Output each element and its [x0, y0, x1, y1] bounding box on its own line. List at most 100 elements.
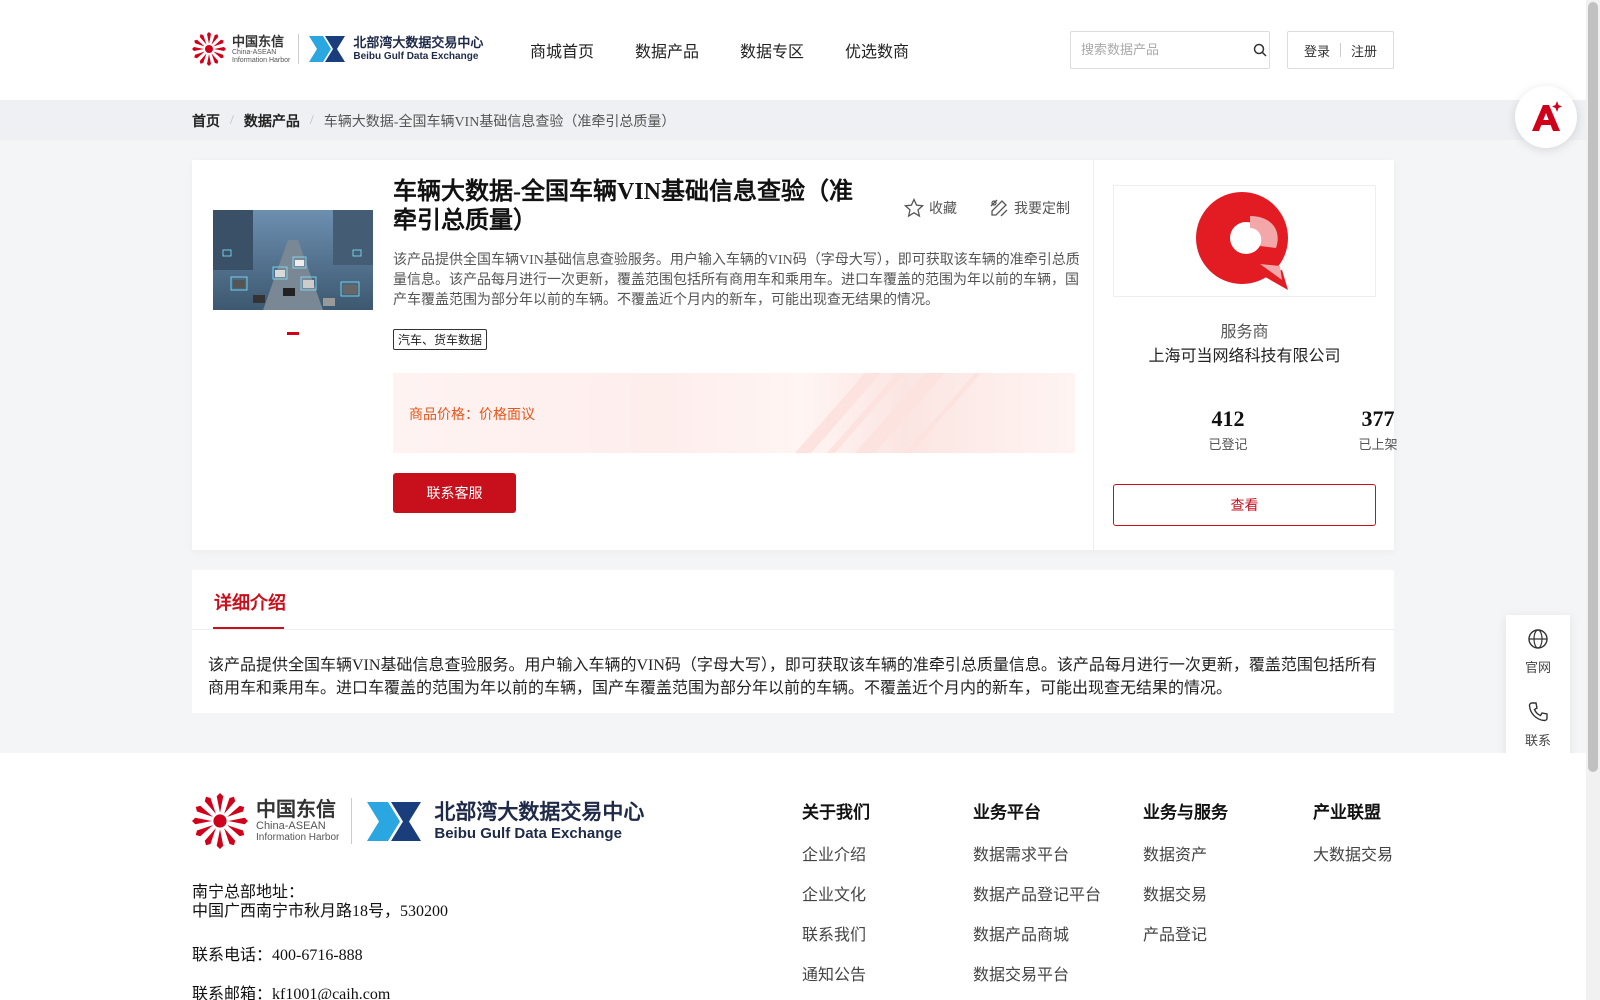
product-tag: 汽车、货车数据 [393, 329, 488, 350]
search-box [1070, 31, 1270, 69]
breadcrumb-products[interactable]: 数据产品 [244, 111, 300, 131]
footer-address-label: 南宁总部地址： [192, 884, 305, 901]
star-icon [904, 198, 924, 218]
china-asean-logo-text: 中国东信 China-ASEAN Information Harbor [232, 33, 291, 64]
footer-link-trading-platform[interactable]: 数据交易平台 [973, 961, 1101, 985]
scrollbar-thumb[interactable] [1588, 2, 1598, 772]
footer-email: 联系邮箱：kf1001@caih.com [192, 986, 391, 1000]
footer-link-registration-platform[interactable]: 数据产品登记平台 [973, 881, 1101, 905]
china-asean-logo-icon [192, 32, 226, 66]
nav-preferred-merchants[interactable]: 优选数商 [845, 38, 909, 62]
footer-link-notices[interactable]: 通知公告 [802, 961, 870, 985]
footer-col-alliance: 产业联盟 大数据交易 [1313, 798, 1393, 881]
contact-service-button[interactable]: 联系客服 [393, 473, 516, 513]
footer-col-services: 业务与服务 数据资产 数据交易 产品登记 [1143, 798, 1228, 961]
auth-divider [1340, 43, 1341, 57]
carousel-indicator[interactable] [287, 332, 299, 335]
site-logo[interactable]: 中国东信 China-ASEAN Information Harbor 北部湾大… [192, 28, 483, 70]
globe-icon [1528, 629, 1548, 649]
footer-col-title: 产业联盟 [1313, 803, 1381, 823]
china-asean-logo-icon [192, 793, 248, 849]
search-icon[interactable] [1251, 43, 1269, 57]
footer-logo-divider [351, 798, 353, 844]
footer-ct-text: 中国东信 China-ASEAN Information Harbor [256, 798, 340, 843]
price-panel-decoration [795, 373, 981, 453]
breadcrumb-separator: / [230, 113, 234, 128]
side-float-panel: 官网 联系 [1506, 615, 1570, 760]
auth-box: 登录 注册 [1287, 31, 1394, 69]
detail-divider [192, 629, 1394, 630]
login-button[interactable]: 登录 [1304, 41, 1330, 60]
footer-col-platform: 业务平台 数据需求平台 数据产品登记平台 数据产品商城 数据交易平台 [973, 798, 1101, 1000]
search-input[interactable] [1071, 32, 1251, 68]
price-panel: 商品价格：价格面议 [393, 373, 1075, 453]
side-contact-button[interactable]: 联系 [1506, 701, 1570, 749]
footer-link-company-culture[interactable]: 企业文化 [802, 881, 870, 905]
footer-phone: 联系电话：400-6716-888 [192, 947, 363, 964]
footer-link-bigdata-trading[interactable]: 大数据交易 [1313, 841, 1393, 865]
footer-link-data-trading[interactable]: 数据交易 [1143, 881, 1228, 905]
favorite-button[interactable]: 收藏 [904, 198, 957, 218]
footer-address-value: 中国广西南宁市秋月路18号，530200 [192, 903, 449, 920]
logo-divider [298, 34, 300, 64]
registered-label: 已登记 [1208, 438, 1248, 453]
tab-detail-intro[interactable]: 详细介绍 [214, 589, 286, 615]
phone-icon [1528, 702, 1548, 722]
detail-text: 该产品提供全国车辆VIN基础信息查验服务。用户输入车辆的VIN码（字母大写），即… [208, 657, 1377, 697]
side-contact-label: 联系 [1524, 734, 1551, 749]
provider-name: 上海可当网络科技有限公司 [1148, 346, 1341, 365]
product-title: 车辆大数据-全国车辆VIN基础信息查验（准牵引总质量） [393, 179, 853, 234]
detail-section: 详细介绍 该产品提供全国车辆VIN基础信息查验服务。用户输入车辆的VIN码（字母… [192, 570, 1394, 713]
breadcrumb: 首页 / 数据产品 / 车辆大数据-全国车辆VIN基础信息查验（准牵引总质量） [0, 100, 1586, 140]
footer-link-product-mall[interactable]: 数据产品商城 [973, 921, 1101, 945]
footer-link-contact-us[interactable]: 联系我们 [802, 921, 870, 945]
customize-label: 我要定制 [1014, 201, 1070, 217]
stat-registered: 412 已登记 [1168, 406, 1288, 453]
ai-assistant-icon [1532, 101, 1562, 131]
footer-logo: 中国东信 China-ASEAN Information Harbor 北部湾大… [192, 791, 644, 851]
price-label: 商品价格：价格面议 [409, 407, 535, 423]
side-website-label: 官网 [1524, 661, 1551, 676]
footer-link-data-assets[interactable]: 数据资产 [1143, 841, 1228, 865]
card-divider [1093, 160, 1094, 550]
product-card: 车辆大数据-全国车辆VIN基础信息查验（准牵引总质量） 收藏 我要定制 该产品提… [192, 160, 1398, 550]
customize-button[interactable]: 我要定制 [989, 198, 1070, 218]
view-provider-button[interactable]: 查看 [1113, 484, 1376, 526]
footer-link-product-registration[interactable]: 产品登记 [1143, 921, 1228, 945]
provider-logo[interactable] [1113, 185, 1376, 297]
registered-count: 412 [1211, 406, 1245, 431]
footer-link-demand-platform[interactable]: 数据需求平台 [973, 841, 1101, 865]
bgde-logo-icon [367, 801, 422, 841]
footer-col-title: 业务平台 [973, 803, 1041, 823]
ai-assistant-button[interactable] [1515, 86, 1577, 148]
footer-col-title: 关于我们 [802, 803, 870, 823]
footer-col-about: 关于我们 企业介绍 企业文化 联系我们 通知公告 [802, 798, 870, 1000]
bgde-logo-text: 北部湾大数据交易中心 Beibu Gulf Data Exchange [353, 35, 484, 62]
product-image[interactable] [213, 210, 373, 310]
footer-address: 南宁总部地址： 中国广西南宁市秋月路18号，530200 [192, 883, 448, 921]
listed-label: 已上架 [1358, 438, 1398, 453]
footer-bgde-text: 北部湾大数据交易中心 Beibu Gulf Data Exchange [434, 800, 645, 842]
footer-link-company-intro[interactable]: 企业介绍 [802, 841, 870, 865]
footer: 中国东信 China-ASEAN Information Harbor 北部湾大… [0, 753, 1586, 1000]
product-description: 该产品提供全国车辆VIN基础信息查验服务。用户输入车辆的VIN码（字母大写），即… [393, 253, 1080, 308]
bgde-logo-icon [309, 36, 346, 62]
footer-col-title: 业务与服务 [1143, 803, 1228, 823]
favorite-label: 收藏 [929, 201, 957, 217]
breadcrumb-current: 车辆大数据-全国车辆VIN基础信息查验（准牵引总质量） [323, 115, 676, 130]
nav-data-products[interactable]: 数据产品 [635, 38, 699, 62]
nav-mall-home[interactable]: 商城首页 [530, 38, 594, 62]
nav-data-zone[interactable]: 数据专区 [740, 38, 804, 62]
listed-count: 377 [1361, 406, 1395, 431]
register-button[interactable]: 注册 [1351, 41, 1377, 60]
breadcrumb-home[interactable]: 首页 [192, 111, 220, 131]
main-nav: 商城首页 数据产品 数据专区 优选数商 [530, 38, 950, 62]
customize-icon [990, 199, 1008, 217]
provider-logo-icon [1195, 192, 1288, 290]
top-header: 中国东信 China-ASEAN Information Harbor 北部湾大… [0, 0, 1586, 100]
stat-listed: 377 已上架 [1318, 406, 1438, 453]
page-scrollbar[interactable] [1586, 0, 1600, 1000]
side-website-button[interactable]: 官网 [1506, 628, 1570, 676]
provider-label: 服务商 [1220, 322, 1269, 341]
breadcrumb-separator: / [309, 113, 314, 128]
